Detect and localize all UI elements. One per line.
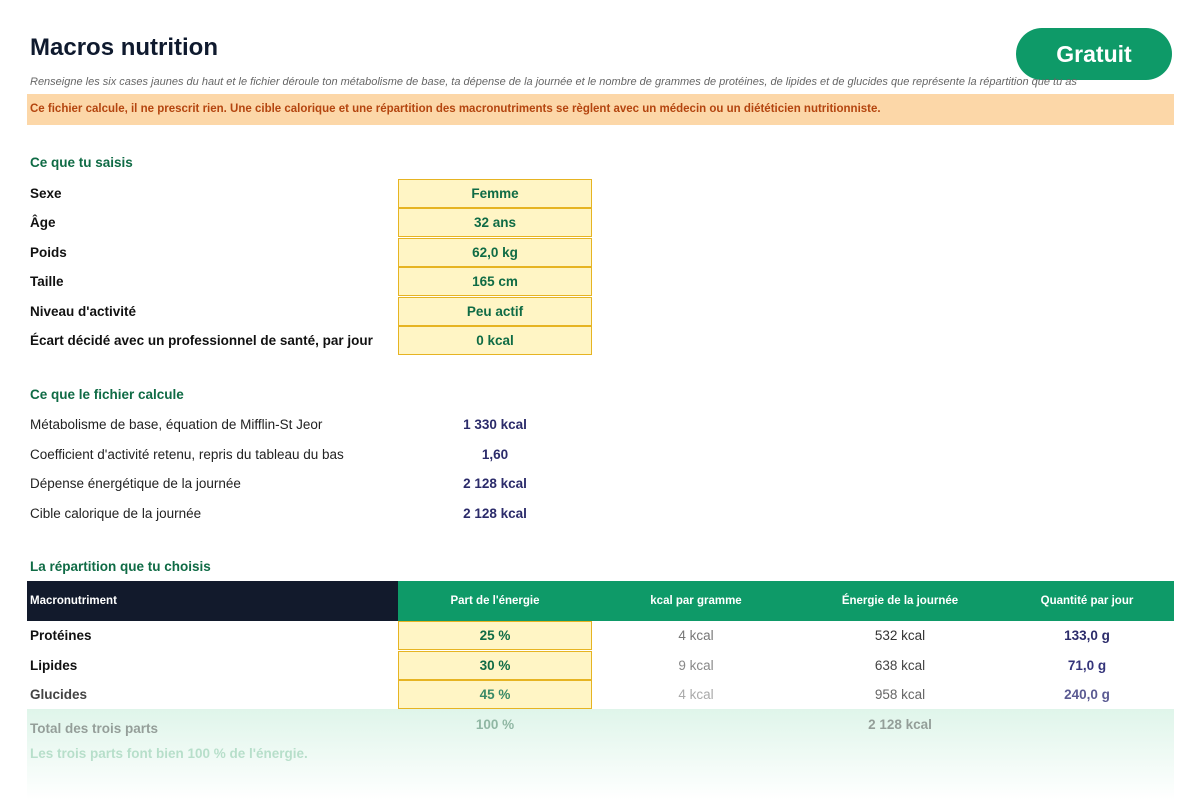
energy-lipids: 638 kcal	[874, 658, 926, 673]
input-weight[interactable]: 62,0 kg	[398, 238, 592, 267]
warning-banner: Ce fichier calcule, il ne prescrit rien.…	[27, 94, 1174, 125]
input-label-activity: Niveau d'activité	[30, 304, 137, 319]
total-check-message: Les trois parts font bien 100 % de l'éne…	[30, 746, 308, 761]
quantity-carbs: 240,0 g	[1064, 687, 1110, 702]
column-header-macronutrient: Macronutriment	[27, 581, 398, 621]
table-header-row: Part de l'énergie kcal par gramme Énergi…	[398, 581, 1174, 621]
kcal-per-gram-lipids: 9 kcal	[678, 658, 714, 673]
page-title: Macros nutrition	[30, 34, 219, 61]
input-label-weight: Poids	[30, 245, 67, 260]
macro-name-proteins: Protéines	[30, 628, 92, 643]
energy-carbs: 958 kcal	[874, 687, 926, 702]
result-expenditure: 2 128 kcal	[463, 476, 527, 491]
result-label-bmr: Métabolisme de base, équation de Mifflin…	[30, 417, 323, 432]
part-input-carbs[interactable]: 45 %	[398, 680, 592, 709]
results-heading: Ce que le fichier calcule	[30, 387, 184, 402]
input-deficit[interactable]: 0 kcal	[398, 326, 592, 355]
kcal-per-gram-proteins: 4 kcal	[678, 628, 714, 643]
split-heading: La répartition que tu choisis	[30, 559, 211, 574]
kcal-per-gram-carbs: 4 kcal	[678, 687, 714, 702]
total-energy: 2 128 kcal	[868, 717, 932, 732]
input-label-height: Taille	[30, 274, 64, 289]
instructions-text: Renseigne les six cases jaunes du haut e…	[30, 76, 1077, 88]
result-bmr: 1 330 kcal	[463, 417, 527, 432]
result-label-expenditure: Dépense énergétique de la journée	[30, 476, 241, 491]
macro-name-carbs: Glucides	[30, 687, 88, 702]
result-target: 2 128 kcal	[463, 506, 527, 521]
input-label-deficit: Écart décidé avec un professionnel de sa…	[30, 333, 373, 348]
result-label-coefficient: Coefficient d'activité retenu, repris du…	[30, 447, 344, 462]
input-height[interactable]: 165 cm	[398, 267, 592, 296]
quantity-proteins: 133,0 g	[1064, 628, 1110, 643]
free-badge-button[interactable]: Gratuit	[1016, 28, 1172, 80]
input-label-sex: Sexe	[30, 186, 62, 201]
input-activity[interactable]: Peu actif	[398, 297, 592, 326]
energy-proteins: 532 kcal	[874, 628, 926, 643]
result-label-target: Cible calorique de la journée	[30, 506, 202, 521]
result-coefficient: 1,60	[481, 447, 509, 462]
column-header-part: Part de l'énergie	[450, 595, 540, 607]
quantity-lipids: 71,0 g	[1067, 658, 1107, 673]
input-sex[interactable]: Femme	[398, 179, 592, 208]
column-header-quantity: Quantité par jour	[1040, 595, 1134, 607]
input-age[interactable]: 32 ans	[398, 208, 592, 237]
part-input-proteins[interactable]: 25 %	[398, 621, 592, 650]
macro-name-lipids: Lipides	[30, 658, 78, 673]
inputs-heading: Ce que tu saisis	[30, 155, 133, 170]
total-part: 100 %	[475, 717, 515, 732]
input-label-age: Âge	[30, 215, 56, 230]
part-input-lipids[interactable]: 30 %	[398, 651, 592, 680]
column-header-kcal-per-gram: kcal par gramme	[650, 595, 742, 607]
column-header-energy: Énergie de la journée	[841, 595, 959, 607]
